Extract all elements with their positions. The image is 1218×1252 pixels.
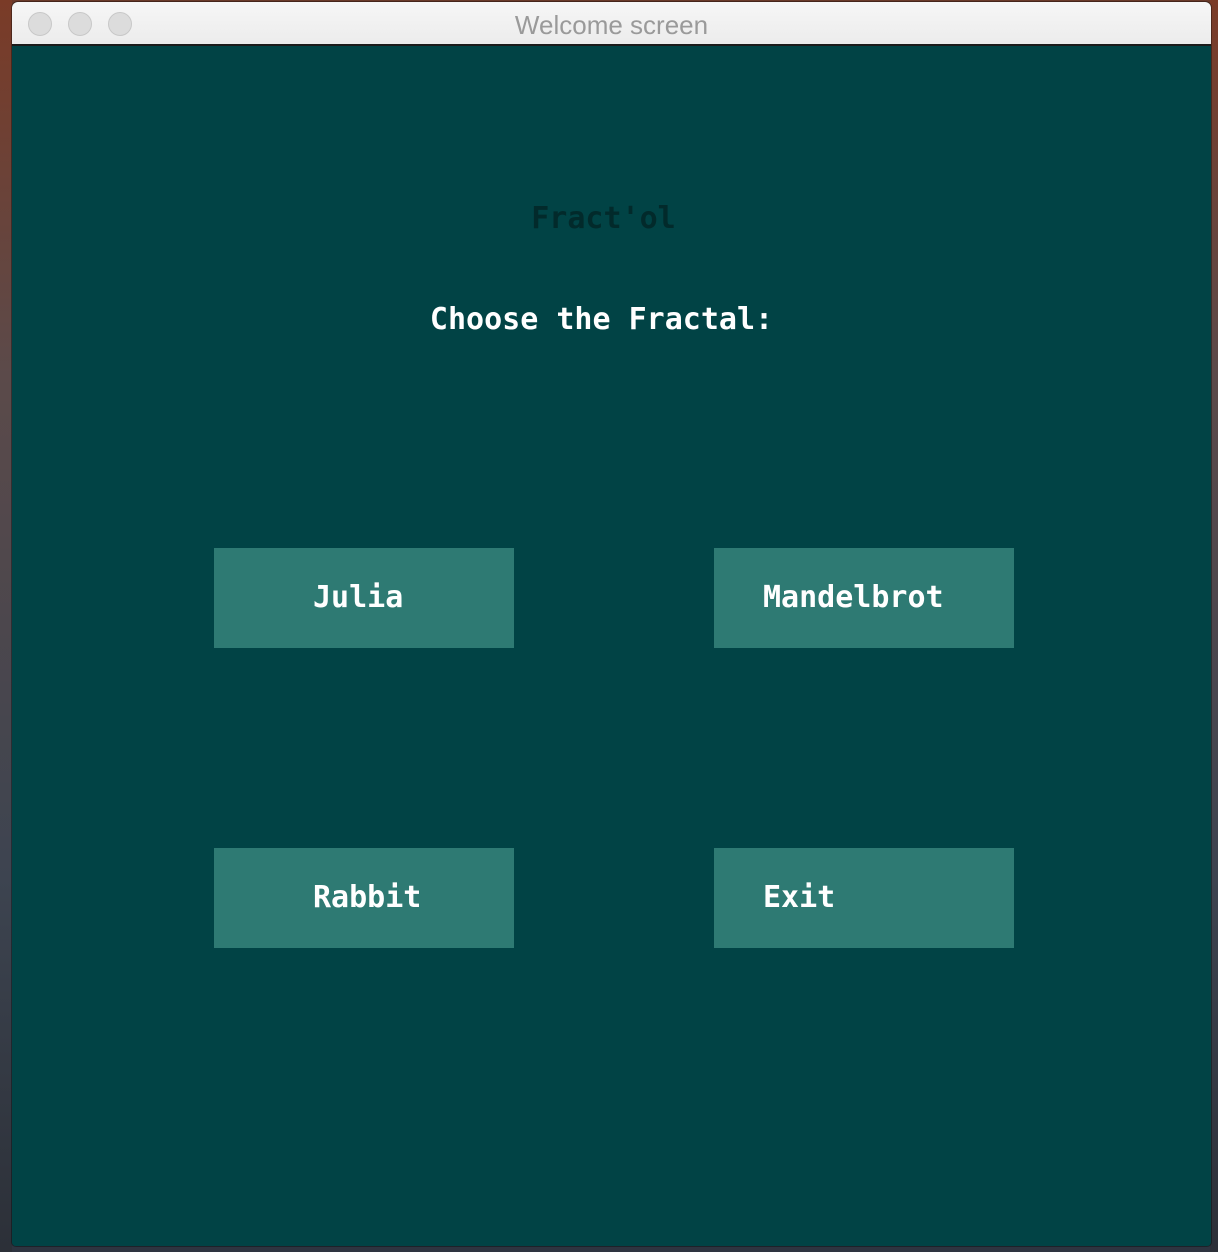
desktop-background-right — [1210, 0, 1218, 1252]
mandelbrot-button[interactable]: Mandelbrot — [714, 548, 1014, 648]
window-title: Welcome screen — [514, 10, 709, 40]
julia-button[interactable]: Julia — [214, 548, 514, 648]
welcome-window: Welcome screen Fract'ol Choose the Fract… — [12, 2, 1211, 1246]
julia-button-label: Julia — [313, 580, 404, 615]
mandelbrot-button-label: Mandelbrot — [763, 580, 944, 615]
exit-button-label: Exit — [763, 880, 836, 915]
rabbit-button[interactable]: Rabbit — [214, 848, 514, 948]
choose-fractal-prompt: Choose the Fractal: — [429, 302, 774, 337]
window-titlebar[interactable]: Welcome screen — [12, 2, 1211, 46]
desktop-background-left — [0, 0, 12, 1252]
rabbit-button-label: Rabbit — [313, 880, 422, 915]
welcome-content: Fract'ol Choose the Fractal: Julia Mande… — [12, 46, 1211, 1246]
exit-button[interactable]: Exit — [714, 848, 1014, 948]
app-title: Fract'ol — [531, 201, 676, 236]
